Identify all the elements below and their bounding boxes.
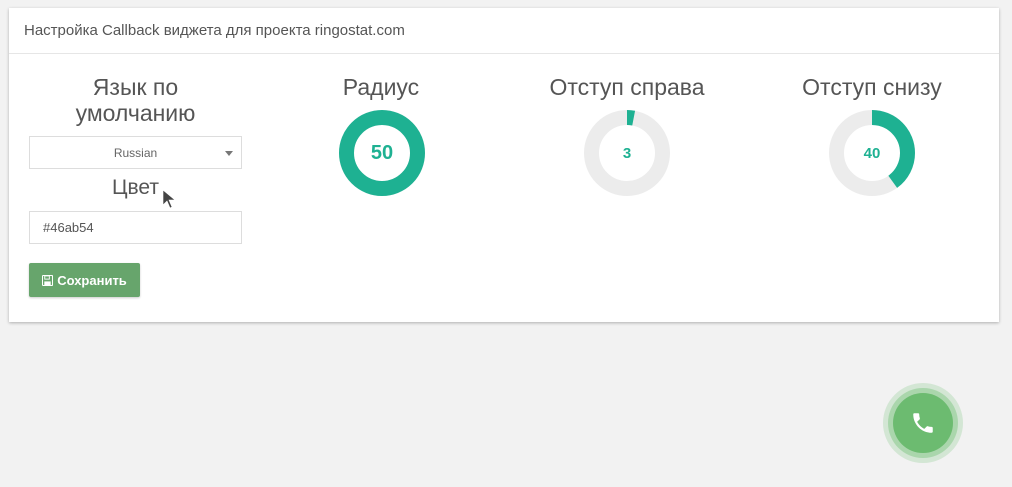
floppy-disk-icon: [42, 274, 54, 286]
offset-bottom-title: Отступ снизу: [802, 74, 942, 100]
callback-button-ring: [888, 388, 958, 458]
offset-bottom-section: Отступ снизу: [772, 74, 972, 100]
save-button[interactable]: Сохранить: [29, 263, 140, 297]
save-button-label: Сохранить: [57, 272, 127, 288]
chevron-down-icon: [225, 151, 233, 156]
callback-button-pulse: [883, 383, 963, 463]
offset-bottom-gauge[interactable]: 40: [829, 110, 915, 196]
callback-button[interactable]: [893, 393, 953, 453]
radius-title: Радиус: [342, 74, 420, 100]
language-section: Язык по умолчанию: [29, 74, 242, 126]
radius-section: Радиус: [281, 74, 481, 100]
language-select[interactable]: Russian: [29, 136, 242, 169]
radius-value: 50: [370, 141, 394, 164]
language-label: Язык по умолчанию: [75, 74, 196, 126]
color-label: Цвет: [111, 176, 160, 199]
radius-gauge[interactable]: 50: [339, 110, 425, 196]
offset-right-title: Отступ справа: [549, 74, 705, 100]
offset-right-gauge[interactable]: 3: [584, 110, 670, 196]
offset-bottom-value: 40: [863, 144, 881, 162]
language-selected-value: Russian: [113, 145, 158, 160]
panel-title: Настройка Callback виджета для проекта r…: [24, 22, 405, 39]
phone-icon: [913, 413, 933, 433]
offset-right-value: 3: [622, 144, 632, 162]
offset-right-section: Отступ справа: [527, 74, 727, 100]
mouse-cursor-icon: [162, 189, 176, 209]
panel-header: Настройка Callback виджета для проекта r…: [9, 8, 999, 54]
color-input[interactable]: [29, 211, 242, 244]
widget-settings-panel: Настройка Callback виджета для проекта r…: [9, 8, 999, 322]
